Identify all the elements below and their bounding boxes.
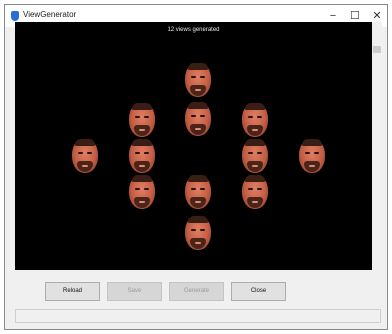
scrollbar-thumb[interactable]	[373, 46, 381, 53]
window-title: ViewGenerator	[23, 10, 77, 19]
face-view-thumbnail	[185, 216, 211, 250]
face-view-thumbnail	[129, 175, 155, 209]
face-view-thumbnail	[185, 63, 211, 97]
face-view-thumbnail	[129, 103, 155, 137]
close-button[interactable]: Close	[231, 282, 286, 301]
app-icon	[11, 11, 19, 21]
face-view-thumbnail	[129, 139, 155, 173]
face-view-thumbnail	[185, 175, 211, 209]
vertical-scrollbar[interactable]	[372, 22, 382, 270]
face-view-thumbnail	[185, 102, 211, 136]
save-button[interactable]: Save	[107, 282, 162, 301]
status-bar	[15, 309, 381, 323]
face-view-thumbnail	[72, 139, 98, 173]
face-view-thumbnail	[242, 103, 268, 137]
generate-button[interactable]: Generate	[169, 282, 224, 301]
face-view-thumbnail	[299, 139, 325, 173]
generated-views-caption: 12 views generated	[167, 27, 220, 33]
reload-button[interactable]: Reload	[45, 282, 100, 301]
face-view-thumbnail	[242, 139, 268, 173]
render-viewport[interactable]: 12 views generated	[15, 22, 372, 270]
face-view-thumbnail	[242, 175, 268, 209]
